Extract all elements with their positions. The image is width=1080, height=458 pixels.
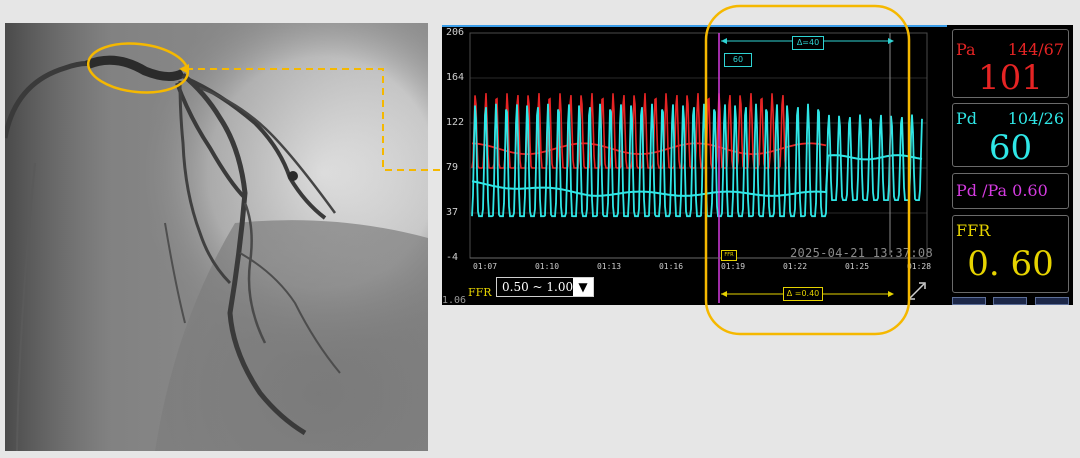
annotation-highlight [704,4,911,336]
